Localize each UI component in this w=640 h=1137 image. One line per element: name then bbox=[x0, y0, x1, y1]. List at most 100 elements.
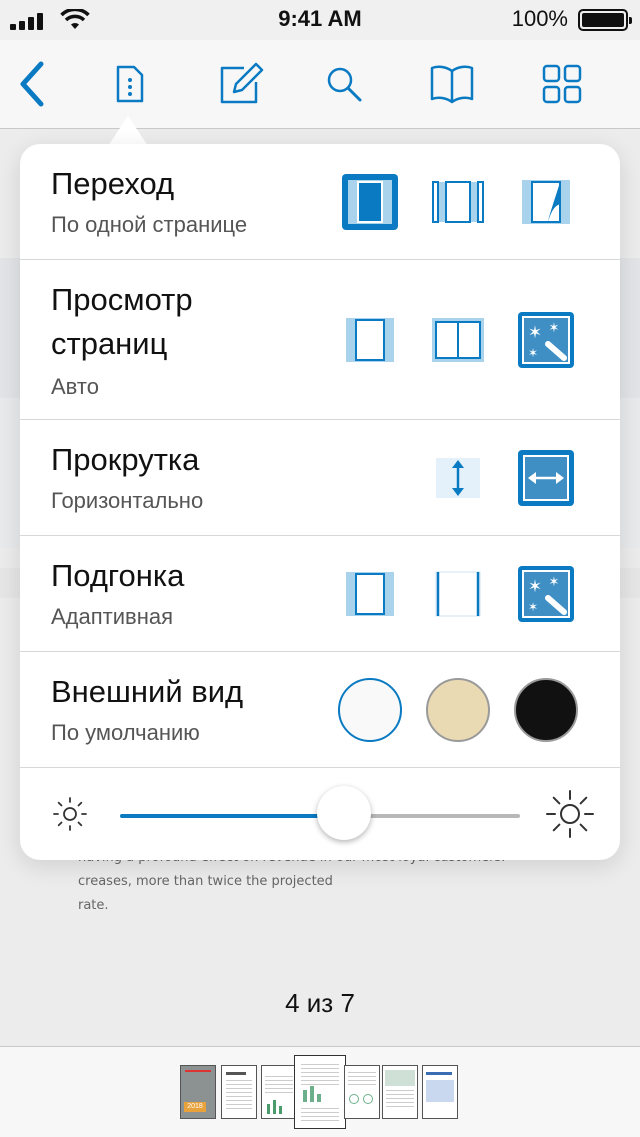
thumbnail-bar-mark bbox=[267, 1104, 270, 1114]
thumbnail-page-1[interactable]: 2018 bbox=[180, 1065, 216, 1119]
svg-text:✶: ✶ bbox=[528, 323, 542, 343]
scroll-option-horizontal[interactable] bbox=[518, 450, 574, 506]
fit-page-icon bbox=[346, 572, 394, 616]
svg-text:✶: ✶ bbox=[528, 600, 538, 614]
vertical-scroll-icon bbox=[436, 458, 480, 498]
fit-option-page[interactable] bbox=[342, 566, 398, 622]
svg-text:✶: ✶ bbox=[528, 577, 542, 597]
appearance-value: По умолчанию bbox=[51, 720, 200, 745]
popover-caret bbox=[108, 116, 148, 146]
scroll-option-vertical[interactable] bbox=[430, 450, 486, 506]
page-view-row: Просмотр страниц Авто ✶ ✶ ✶ bbox=[20, 260, 620, 420]
fit-width-icon bbox=[435, 571, 481, 617]
search-button[interactable] bbox=[318, 58, 370, 110]
brightness-high-icon bbox=[546, 790, 594, 838]
appearance-row: Внешний вид По умолчанию bbox=[20, 652, 620, 768]
status-bar: 9:41 AM 100% bbox=[0, 0, 640, 40]
scroll-title: Прокрутка bbox=[51, 442, 200, 477]
search-icon bbox=[327, 67, 362, 102]
page-view-option-automatic[interactable]: ✶ ✶ ✶ bbox=[518, 312, 574, 368]
thumbnail-cover-label: 2018 bbox=[184, 1102, 206, 1112]
thumbnail-text bbox=[301, 1064, 339, 1086]
page-view-option-double[interactable] bbox=[430, 312, 486, 368]
scroll-value: Горизонтально bbox=[51, 488, 204, 513]
transition-option-single-page[interactable] bbox=[342, 174, 398, 230]
bookmarks-icon bbox=[430, 65, 474, 104]
thumbnail-text bbox=[265, 1076, 293, 1096]
fit-option-adaptive[interactable]: ✶ ✶ ✶ bbox=[518, 566, 574, 622]
thumbnail-circle bbox=[363, 1094, 373, 1104]
back-icon bbox=[20, 61, 44, 107]
single-page-icon bbox=[346, 318, 394, 362]
thumbnail-page-4-current[interactable] bbox=[294, 1055, 346, 1129]
thumbnail-chart bbox=[385, 1070, 415, 1086]
continuous-icon bbox=[432, 181, 484, 223]
battery-icon bbox=[578, 9, 632, 31]
document-line: rate. bbox=[78, 898, 109, 913]
appearance-sepia-swatch[interactable] bbox=[426, 678, 490, 742]
toolbar bbox=[0, 40, 640, 129]
thumbnails-grid-icon bbox=[542, 64, 582, 104]
scroll-row: Прокрутка Горизонтально bbox=[20, 420, 620, 536]
document-menu-button[interactable] bbox=[104, 58, 156, 110]
annotate-icon bbox=[220, 62, 264, 104]
svg-text:✶: ✶ bbox=[528, 346, 538, 360]
page-curl-icon bbox=[522, 180, 570, 224]
thumbnail-page-3[interactable] bbox=[261, 1065, 297, 1119]
thumbnail-text bbox=[386, 1090, 414, 1110]
thumbnail-accent bbox=[185, 1070, 211, 1072]
fit-value: Адаптивная bbox=[51, 604, 174, 629]
single-page-icon bbox=[342, 174, 398, 230]
back-button[interactable] bbox=[6, 58, 58, 110]
thumbnail-bar: 2018 bbox=[0, 1046, 640, 1137]
transition-row: Переход По одной странице bbox=[20, 144, 620, 260]
appearance-title: Внешний вид bbox=[51, 674, 244, 709]
page-view-title-line1: Просмотр bbox=[51, 282, 193, 317]
fit-row: Подгонка Адаптивная ✶ ✶ ✶ bbox=[20, 536, 620, 652]
thumbnail-page-5[interactable] bbox=[344, 1065, 380, 1119]
view-settings-popover: Переход По одной странице Просмотр стран… bbox=[20, 144, 620, 860]
thumbnail-text bbox=[226, 1080, 252, 1110]
automatic-icon: ✶ ✶ ✶ bbox=[518, 312, 574, 368]
brightness-low-icon bbox=[53, 797, 87, 831]
transition-title: Переход bbox=[51, 166, 175, 201]
document-line: creases, more than twice the projected bbox=[78, 874, 333, 889]
brightness-slider-fill[interactable] bbox=[120, 814, 344, 818]
fit-title: Подгонка bbox=[51, 558, 185, 593]
annotate-button[interactable] bbox=[216, 58, 268, 110]
bookmarks-button[interactable] bbox=[426, 58, 478, 110]
thumbnail-page-7[interactable] bbox=[422, 1065, 458, 1119]
transition-option-page-curl[interactable] bbox=[518, 174, 574, 230]
svg-text:✶: ✶ bbox=[549, 321, 560, 336]
appearance-night-swatch[interactable] bbox=[514, 678, 578, 742]
transition-value: По одной странице bbox=[51, 212, 248, 237]
horizontal-scroll-icon bbox=[518, 450, 574, 506]
double-page-icon bbox=[432, 318, 484, 362]
appearance-default-swatch[interactable] bbox=[338, 678, 402, 742]
page-view-option-single[interactable] bbox=[342, 312, 398, 368]
document-menu-icon bbox=[116, 65, 144, 103]
thumbnail-bar-mark bbox=[317, 1094, 321, 1102]
thumbnail-page-2[interactable] bbox=[221, 1065, 257, 1119]
page-view-value: Авто bbox=[51, 374, 99, 399]
thumbnail-bar-mark bbox=[273, 1100, 276, 1114]
thumbnail-chart bbox=[426, 1080, 454, 1102]
thumbnail-page-6[interactable] bbox=[382, 1065, 418, 1119]
brightness-slider-thumb[interactable] bbox=[317, 786, 371, 840]
thumbnail-bar-mark bbox=[310, 1086, 314, 1102]
thumbnail-text bbox=[348, 1072, 376, 1088]
svg-text:✶: ✶ bbox=[549, 575, 560, 590]
battery-percentage: 100% bbox=[511, 6, 568, 31]
thumbnail-text bbox=[301, 1108, 339, 1124]
thumbnail-bar-mark bbox=[279, 1106, 282, 1114]
page-indicator: 4 из 7 bbox=[285, 988, 355, 1018]
thumbnail-circle bbox=[349, 1094, 359, 1104]
thumbnail-line bbox=[226, 1072, 246, 1075]
adaptive-icon: ✶ ✶ ✶ bbox=[518, 566, 574, 622]
transition-option-continuous[interactable] bbox=[430, 174, 486, 230]
thumbnails-grid-button[interactable] bbox=[536, 58, 588, 110]
thumbnail-bar-mark bbox=[303, 1090, 307, 1102]
page-view-title-line2: страниц bbox=[51, 326, 168, 361]
fit-option-width[interactable] bbox=[430, 566, 486, 622]
thumbnail-heading bbox=[426, 1072, 452, 1075]
